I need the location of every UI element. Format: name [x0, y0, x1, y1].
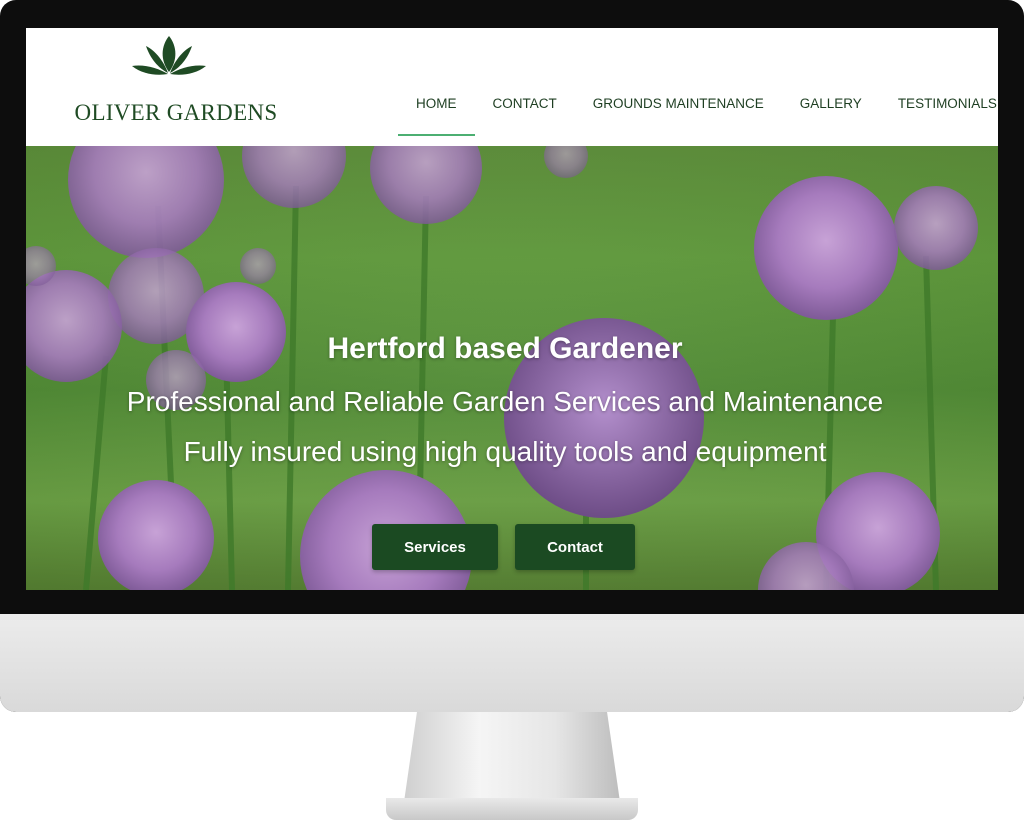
- hero-title: Hertford based Gardener: [327, 332, 683, 365]
- nav-item-contact[interactable]: CONTACT: [475, 88, 575, 128]
- monitor-frame: OLIVER GARDENS HOME CONTACT GROUNDS MAIN…: [0, 0, 1024, 712]
- main-nav: HOME CONTACT GROUNDS MAINTENANCE GALLERY…: [398, 88, 998, 136]
- nav-item-grounds-maintenance[interactable]: GROUNDS MAINTENANCE: [575, 88, 782, 128]
- monitor-stand-base: [386, 798, 638, 820]
- hero-banner: Hertford based Gardener Professional and…: [26, 146, 998, 590]
- services-button[interactable]: Services: [372, 524, 498, 570]
- site-header: OLIVER GARDENS HOME CONTACT GROUNDS MAIN…: [26, 28, 998, 146]
- allium-flowers-image: [26, 146, 978, 590]
- hero-tagline: Fully insured using high quality tools a…: [183, 436, 827, 467]
- brand-name: OLIVER GARDENS: [74, 100, 278, 125]
- monitor-stand: [404, 712, 620, 802]
- logo[interactable]: OLIVER GARDENS: [66, 34, 286, 134]
- nav-item-testimonials[interactable]: TESTIMONIALS: [880, 88, 998, 128]
- hero-subtitle: Professional and Reliable Garden Service…: [126, 386, 884, 417]
- screen: OLIVER GARDENS HOME CONTACT GROUNDS MAIN…: [26, 28, 998, 590]
- contact-button[interactable]: Contact: [515, 524, 635, 570]
- lotus-leaf-icon: [132, 36, 206, 75]
- nav-item-gallery[interactable]: GALLERY: [782, 88, 880, 128]
- nav-item-home[interactable]: HOME: [398, 88, 475, 136]
- monitor-chin: [0, 614, 1024, 712]
